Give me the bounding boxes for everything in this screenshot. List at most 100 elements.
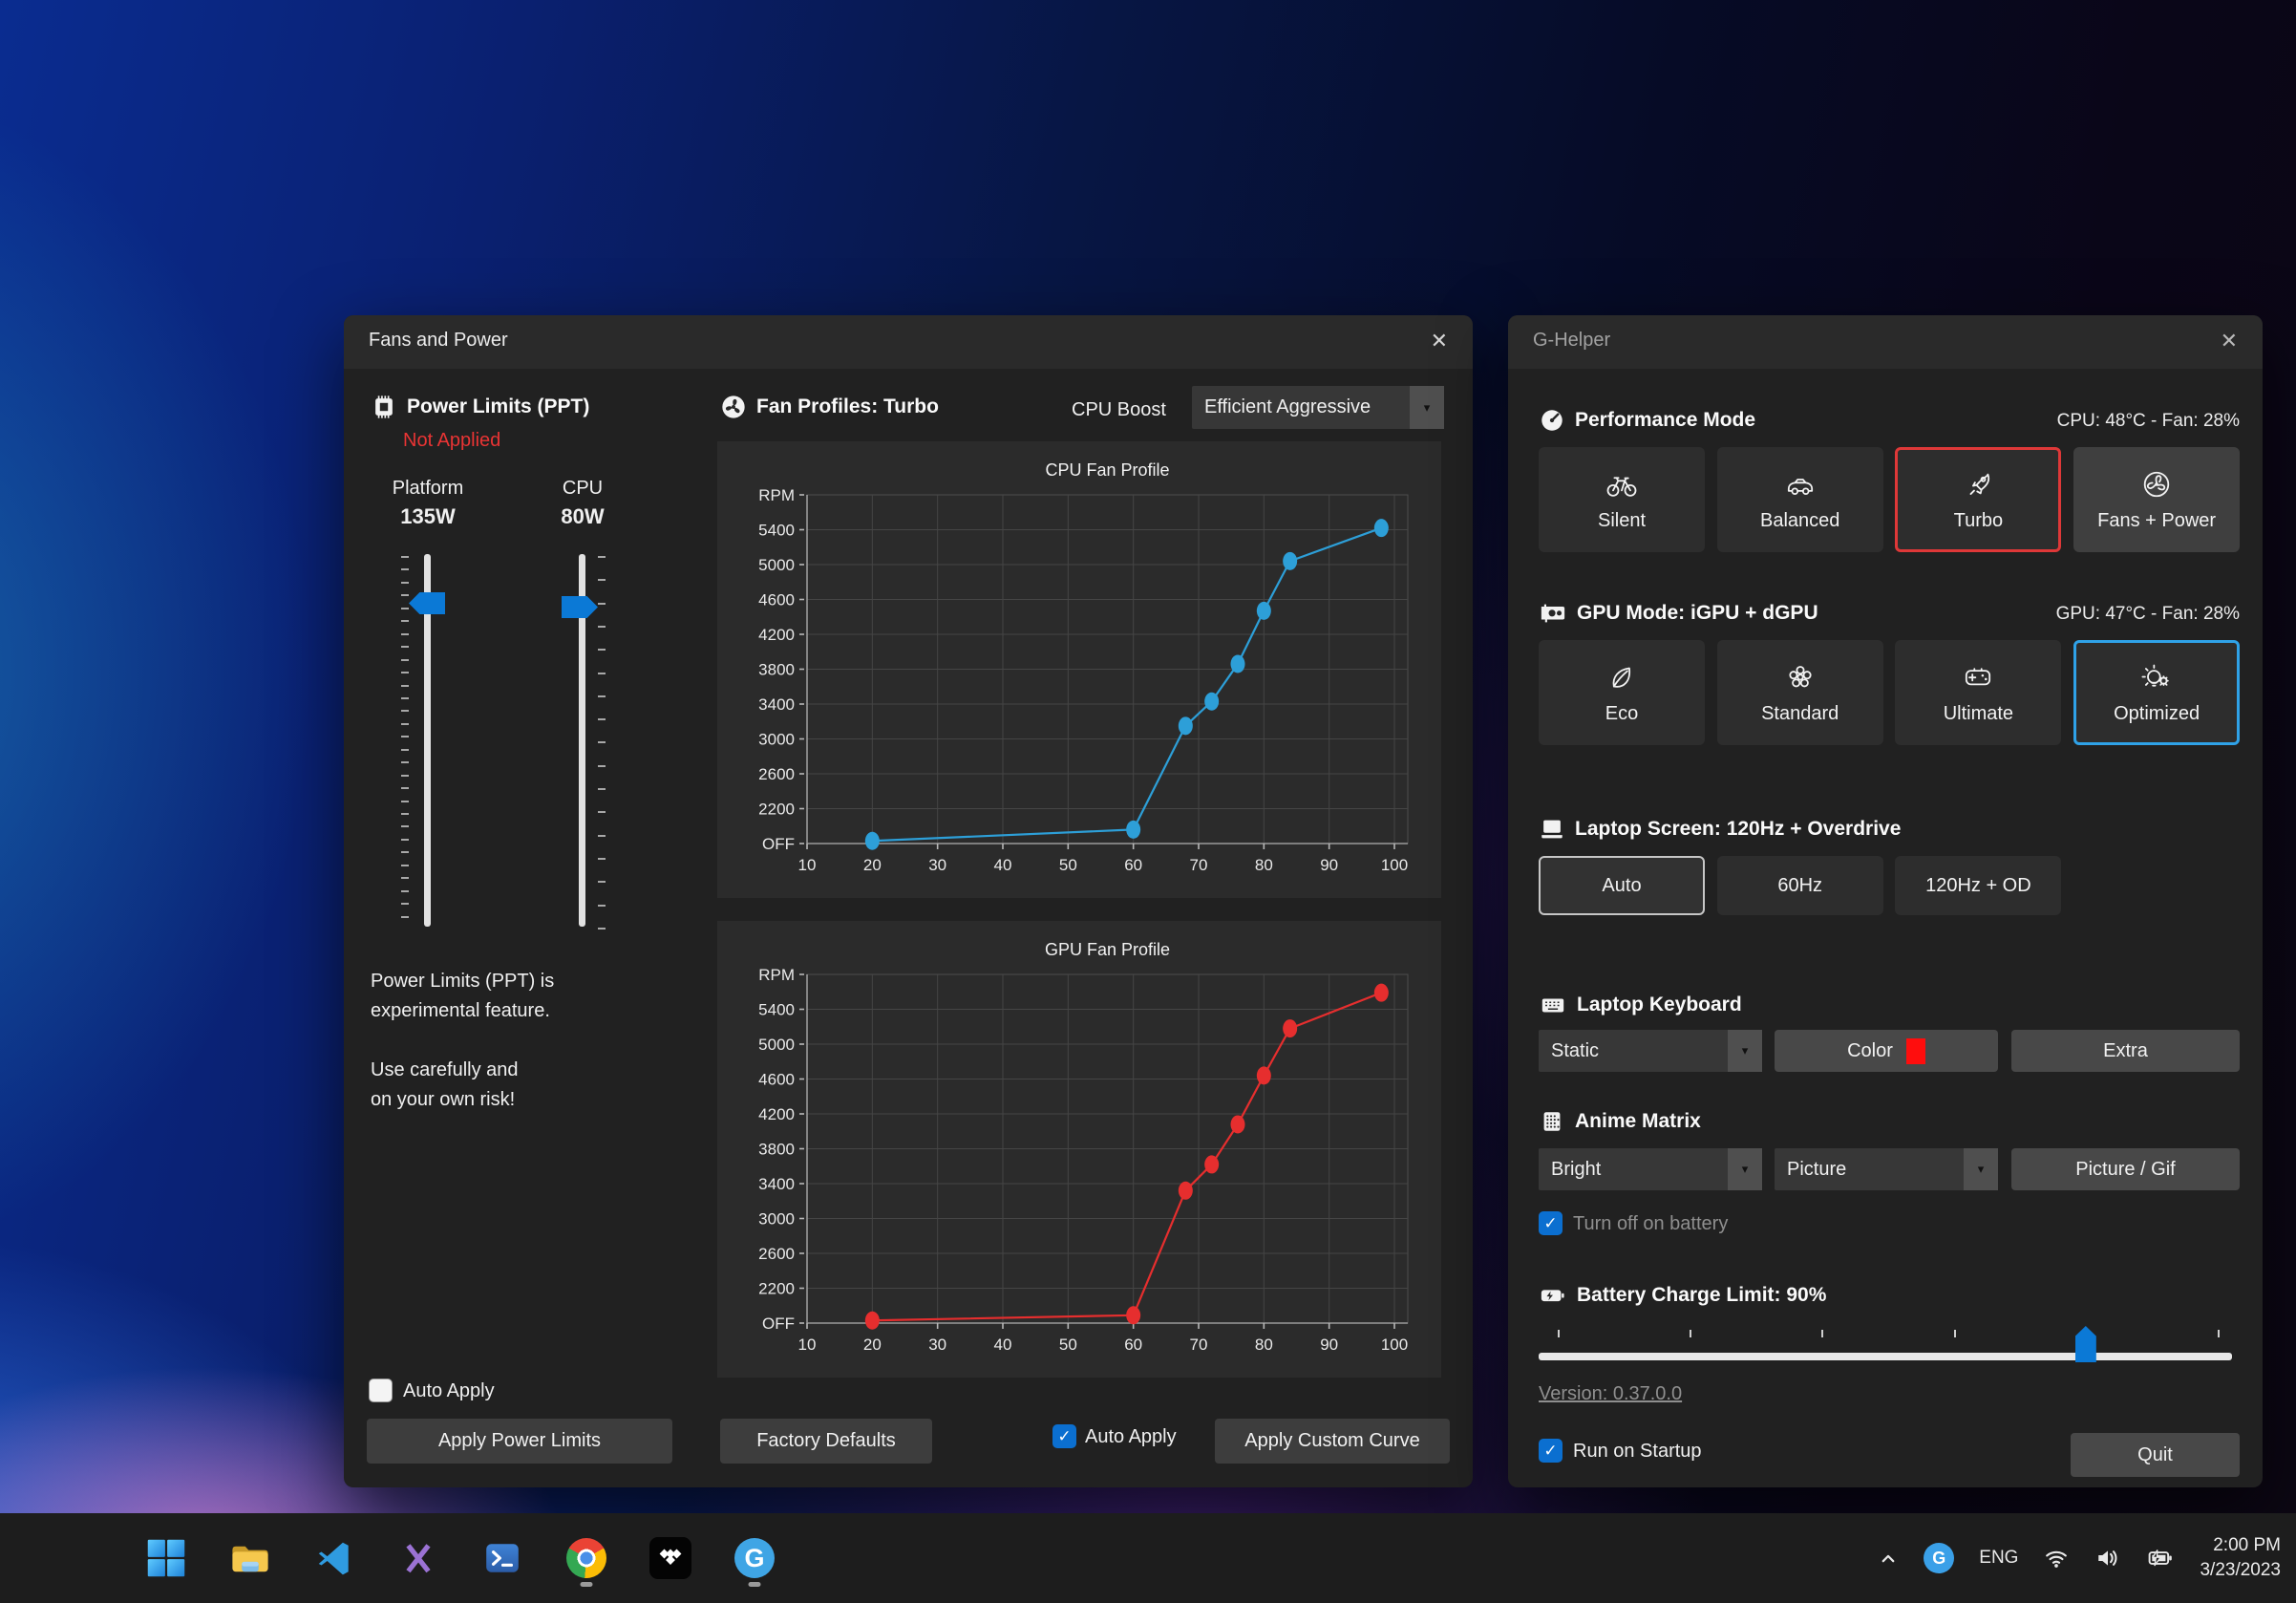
slider-tick	[401, 787, 409, 789]
clock[interactable]: 2:00 PM 3/23/2023	[2200, 1533, 2281, 1583]
slider-tick	[401, 851, 409, 853]
slider-tick	[598, 626, 606, 628]
y-tick-label: 3000	[758, 731, 795, 749]
taskbar-apps: G	[136, 1513, 785, 1603]
perf-mode-button-fans-power[interactable]: Fans + Power	[2073, 447, 2240, 552]
note-line: Use carefully and	[371, 1056, 676, 1085]
cpu-boost-select[interactable]: Efficient Aggressive ▾	[1192, 386, 1444, 429]
apply-custom-curve-button[interactable]: Apply Custom Curve	[1215, 1419, 1450, 1464]
perf-mode-button-turbo[interactable]: Turbo	[1895, 447, 2061, 552]
running-indicator	[749, 1582, 761, 1587]
perf-mode-button-label: Balanced	[1760, 510, 1839, 532]
matrix-icon	[1539, 1108, 1565, 1135]
fan-curve-point[interactable]	[1126, 821, 1140, 839]
fan-curve-point[interactable]	[865, 832, 880, 850]
taskbar-app-ghelper[interactable]: G	[724, 1528, 785, 1589]
turn-off-on-battery-checkbox[interactable]: ✓	[1539, 1211, 1563, 1235]
ghelper-titlebar[interactable]: G-Helper ✕	[1508, 315, 2263, 369]
cpu-boost-value: Efficient Aggressive	[1192, 386, 1410, 429]
close-icon[interactable]: ✕	[1431, 328, 1448, 354]
ghelper-tray-icon[interactable]: G	[1924, 1543, 1954, 1573]
fans-power-titlebar[interactable]: Fans and Power ✕	[344, 315, 1473, 369]
cpu-value: 80W	[516, 504, 649, 529]
screen-mode-button-60hz[interactable]: 60Hz	[1717, 856, 1883, 915]
keyboard-color-button[interactable]: Color	[1775, 1030, 1998, 1072]
auto-apply-curve-checkbox[interactable]: ✓	[1052, 1424, 1076, 1448]
performance-mode-title: Performance Mode	[1575, 409, 1755, 432]
taskbar-app-file-explorer[interactable]	[220, 1528, 281, 1589]
fan-curve-point[interactable]	[1374, 984, 1389, 1002]
chevron-down-icon[interactable]: ▾	[1728, 1030, 1762, 1072]
x-tick-label: 70	[1190, 1336, 1208, 1354]
slider-tick	[401, 839, 409, 841]
battery-slider-track[interactable]	[1539, 1353, 2232, 1360]
perf-mode-button-silent[interactable]: Silent	[1539, 447, 1705, 552]
y-tick-label: 3800	[758, 1141, 795, 1159]
wifi-icon[interactable]	[2043, 1546, 2070, 1571]
apply-power-limits-button[interactable]: Apply Power Limits	[367, 1419, 672, 1464]
factory-defaults-button[interactable]: Factory Defaults	[720, 1419, 932, 1464]
fan-curve-point[interactable]	[1283, 552, 1297, 570]
fan-curve-point[interactable]	[1257, 602, 1271, 620]
cpu-slider-thumb[interactable]	[562, 596, 598, 618]
x-tick-label: 10	[798, 1336, 817, 1354]
x-tick-label: 100	[1381, 856, 1408, 874]
keyboard-mode-select[interactable]: Static ▾	[1539, 1030, 1762, 1072]
gpu-mode-button-eco[interactable]: Eco	[1539, 640, 1705, 745]
run-on-startup-checkbox[interactable]: ✓	[1539, 1439, 1563, 1463]
fan-curve-point[interactable]	[1204, 1155, 1219, 1173]
fan-curve-point[interactable]	[1126, 1306, 1140, 1324]
gpu-mode-button-standard[interactable]: Standard	[1717, 640, 1883, 745]
taskbar-app-tidal[interactable]	[640, 1528, 701, 1589]
taskbar-app-chrome[interactable]	[556, 1528, 617, 1589]
auto-apply-limits-checkbox[interactable]: ✓	[369, 1379, 393, 1402]
fan-icon	[2139, 467, 2174, 502]
fan-curve-point[interactable]	[1231, 655, 1245, 673]
bulb-gear-icon	[2139, 660, 2174, 695]
battery-tray-icon[interactable]	[2146, 1546, 2175, 1571]
close-icon[interactable]: ✕	[2221, 328, 2238, 354]
taskbar-app-vscode[interactable]	[304, 1528, 365, 1589]
language-indicator[interactable]: ENG	[1979, 1548, 2018, 1569]
fan-curve-point[interactable]	[1179, 716, 1193, 735]
perf-mode-button-balanced[interactable]: Balanced	[1717, 447, 1883, 552]
chevron-down-icon[interactable]: ▾	[1964, 1148, 1998, 1190]
quit-button[interactable]: Quit	[2071, 1433, 2240, 1477]
keyboard-extra-button[interactable]: Extra	[2011, 1030, 2240, 1072]
taskbar-app-terminal[interactable]	[472, 1528, 533, 1589]
screen-mode-button-auto[interactable]: Auto	[1539, 856, 1705, 915]
x-tick-label: 10	[798, 856, 817, 874]
taskbar-app-start[interactable]	[136, 1528, 197, 1589]
fan-curve-line	[872, 528, 1381, 842]
fan-curve-point[interactable]	[1283, 1019, 1297, 1037]
fan-curve-point[interactable]	[1374, 519, 1389, 537]
chevron-up-icon[interactable]	[1878, 1549, 1899, 1568]
matrix-brightness-select[interactable]: Bright ▾	[1539, 1148, 1762, 1190]
time: 2:00 PM	[2213, 1535, 2281, 1555]
gpu-temp-status: GPU: 47°C - Fan: 28%	[2056, 604, 2240, 625]
fan-curve-point[interactable]	[1231, 1115, 1245, 1133]
matrix-picture-gif-button[interactable]: Picture / Gif	[2011, 1148, 2240, 1190]
matrix-mode-select[interactable]: Picture ▾	[1775, 1148, 1998, 1190]
fan-curve-point[interactable]	[865, 1312, 880, 1330]
fan-curve-point[interactable]	[1204, 693, 1219, 711]
slider-tick	[401, 903, 409, 905]
version-link[interactable]: Version: 0.37.0.0	[1539, 1383, 1682, 1405]
screen-mode-button-120hz-od[interactable]: 120Hz + OD	[1895, 856, 2061, 915]
taskbar-app-visual-studio[interactable]	[388, 1528, 449, 1589]
y-tick-label: 2600	[758, 765, 795, 783]
platform-slider-thumb[interactable]	[409, 592, 445, 614]
battery-slider-thumb[interactable]	[2075, 1326, 2096, 1362]
chevron-down-icon[interactable]: ▾	[1410, 386, 1444, 429]
y-tick-label: 5400	[758, 1001, 795, 1019]
gpu-mode-button-optimized[interactable]: Optimized	[2073, 640, 2240, 745]
slider-tick	[401, 710, 409, 712]
gpu-mode-button-ultimate[interactable]: Ultimate	[1895, 640, 2061, 745]
battery-slider-tick	[1954, 1330, 1956, 1337]
battery-slider-tick	[1821, 1330, 1823, 1337]
fan-curve-point[interactable]	[1257, 1066, 1271, 1084]
volume-icon[interactable]	[2094, 1546, 2121, 1571]
x-tick-label: 20	[863, 856, 882, 874]
fan-curve-point[interactable]	[1179, 1182, 1193, 1200]
chevron-down-icon[interactable]: ▾	[1728, 1148, 1762, 1190]
